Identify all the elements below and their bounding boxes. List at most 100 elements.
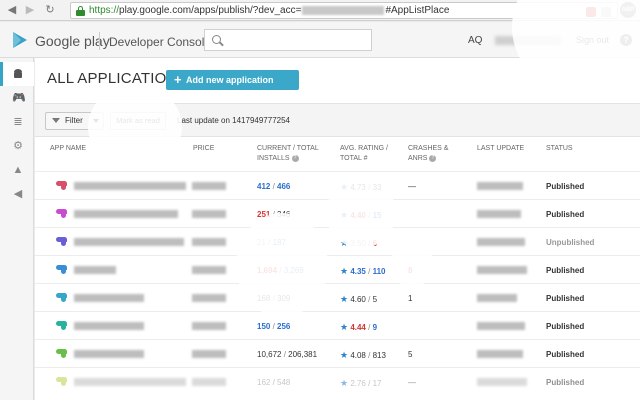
rating-cell: ★ 3.50 / 6 [340, 238, 378, 248]
user-initials[interactable]: AQ [468, 35, 482, 46]
android-icon [14, 69, 22, 78]
price-redacted [192, 378, 226, 386]
adblock-icon[interactable]: ABP [620, 2, 636, 18]
nav-game-services[interactable]: 🎮 [0, 86, 34, 110]
app-name-redacted[interactable] [74, 238, 184, 246]
extension-icon[interactable] [586, 7, 596, 17]
table-row[interactable]: 251 / 346 ★ 4.40 / 15 Published [35, 199, 640, 227]
help-icon[interactable]: ? [291, 154, 299, 162]
add-new-application-button[interactable]: + Add new application [166, 70, 299, 90]
column-header-last-update[interactable]: LAST UPDATE [477, 144, 524, 154]
back-arrow-icon[interactable]: ◀ [6, 4, 18, 16]
column-header-rating[interactable]: AVG. RATING / TOTAL # [340, 144, 388, 164]
filter-icon [52, 118, 60, 123]
warning-icon: ▲ [12, 164, 24, 176]
bookmark-star-icon[interactable] [601, 7, 611, 17]
rating-cell: ★ 2.76 / 17 [340, 378, 382, 388]
lock-icon [76, 6, 85, 16]
table-row[interactable]: 168 / 309 ★ 4.60 / 5 1 Published [35, 283, 640, 311]
crashes-cell: — [408, 378, 416, 387]
app-name-redacted[interactable] [74, 266, 116, 274]
table-row[interactable]: 21 / 187 ★ 3.50 / 6 Unpublished [35, 227, 640, 255]
app-icon [56, 265, 67, 274]
column-header-price[interactable]: PRICE [193, 144, 214, 154]
nav-all-applications[interactable] [0, 62, 34, 86]
filter-button[interactable]: Filter [45, 112, 104, 130]
star-icon: ★ [340, 322, 349, 332]
browser-toolbar: ◀ ▶ ↻ https://play.google.com/apps/publi… [0, 0, 640, 21]
url-text: https://play.google.com/apps/publish/?de… [89, 5, 450, 16]
gear-icon: ⚙ [13, 140, 23, 152]
table-row[interactable]: 10,672 / 206,381 ★ 4.08 / 813 5 Published [35, 339, 640, 367]
app-icon [56, 237, 67, 246]
nav-alerts[interactable]: ▲ [0, 158, 34, 182]
last-update-redacted [477, 378, 527, 386]
status-cell: Unpublished [546, 238, 595, 247]
help-icon[interactable]: ? [620, 34, 632, 46]
nav-settings[interactable]: ⚙ [0, 134, 34, 158]
google-play-logo-icon [13, 32, 27, 48]
app-name-redacted[interactable] [74, 182, 186, 190]
star-icon: ★ [340, 266, 349, 276]
forward-arrow-icon[interactable]: ▶ [24, 4, 36, 16]
column-header-crashes[interactable]: CRASHES & ANRS ? [408, 144, 448, 164]
search-icon [212, 35, 221, 44]
last-update-redacted [477, 210, 521, 218]
table-row[interactable]: 412 / 466 ★ 4.73 / 33 — Published [35, 171, 640, 199]
product-name: Developer Console [109, 35, 212, 49]
app-icon [56, 377, 67, 386]
status-cell: Published [546, 378, 585, 387]
table-row[interactable]: 1,694 / 3,269 ★ 4.35 / 110 8 Published [35, 255, 640, 283]
app-name-redacted[interactable] [74, 378, 186, 386]
app-icon [56, 181, 67, 190]
installs-cell: 251 / 346 [257, 210, 291, 219]
sign-out-link[interactable]: Sign out [576, 35, 609, 45]
nav-reports[interactable]: ≣ [0, 110, 34, 134]
nav-announcements[interactable]: ◀ [0, 182, 34, 206]
installs-cell: 1,694 / 3,269 [257, 266, 304, 275]
app-name-redacted[interactable] [74, 350, 144, 358]
help-icon[interactable]: ? [429, 154, 437, 162]
crashes-cell: 8 [408, 266, 413, 275]
app-icon [56, 349, 67, 358]
installs-cell: 21 / 187 [257, 238, 286, 247]
plus-icon: + [174, 72, 182, 87]
installs-cell: 168 / 309 [257, 294, 291, 303]
megaphone-icon: ◀ [13, 188, 23, 200]
star-icon: ★ [340, 182, 349, 192]
app-header: Google play Developer Console AQ Sign ou… [0, 22, 640, 58]
address-bar[interactable]: https://play.google.com/apps/publish/?de… [70, 2, 618, 19]
crashes-cell: — [408, 182, 416, 191]
price-redacted [192, 210, 226, 218]
main-panel: ALL APPLICATIONS + Add new application F… [35, 58, 640, 400]
last-update-redacted [477, 182, 523, 190]
crashes-cell: 1 [408, 294, 413, 303]
gamepad-icon: 🎮 [12, 92, 26, 104]
table-row[interactable]: 150 / 256 ★ 4.44 / 9 Published [35, 311, 640, 339]
price-redacted [192, 322, 226, 330]
last-update-redacted [477, 238, 525, 246]
column-header-app-name[interactable]: APP NAME [50, 144, 86, 154]
app-name-redacted[interactable] [74, 294, 144, 302]
table-row[interactable]: 162 / 548 ★ 2.76 / 17 — Published [35, 367, 640, 395]
price-redacted [192, 182, 226, 190]
status-cell: Published [546, 210, 585, 219]
price-redacted [192, 238, 226, 246]
app-name-redacted[interactable] [74, 322, 144, 330]
crashes-cell: 5 [408, 350, 413, 359]
star-icon: ★ [340, 210, 349, 220]
status-cell: Published [546, 322, 585, 331]
star-icon: ★ [340, 294, 349, 304]
status-cell: Published [546, 294, 585, 303]
column-header-installs[interactable]: CURRENT / TOTAL INSTALLS ? [257, 144, 319, 164]
star-icon: ★ [340, 350, 349, 360]
column-header-status[interactable]: STATUS [546, 144, 573, 154]
user-email-redacted [495, 36, 561, 45]
app-name-redacted[interactable] [74, 210, 178, 218]
rating-cell: ★ 4.73 / 33 [340, 182, 382, 192]
mark-as-read-button[interactable]: Mark as read [110, 112, 166, 130]
search-input[interactable] [204, 29, 372, 51]
list-toolbar: Filter Mark as read Last update on 14179… [35, 103, 640, 137]
reports-icon: ≣ [13, 116, 23, 128]
reload-icon[interactable]: ↻ [44, 4, 56, 16]
